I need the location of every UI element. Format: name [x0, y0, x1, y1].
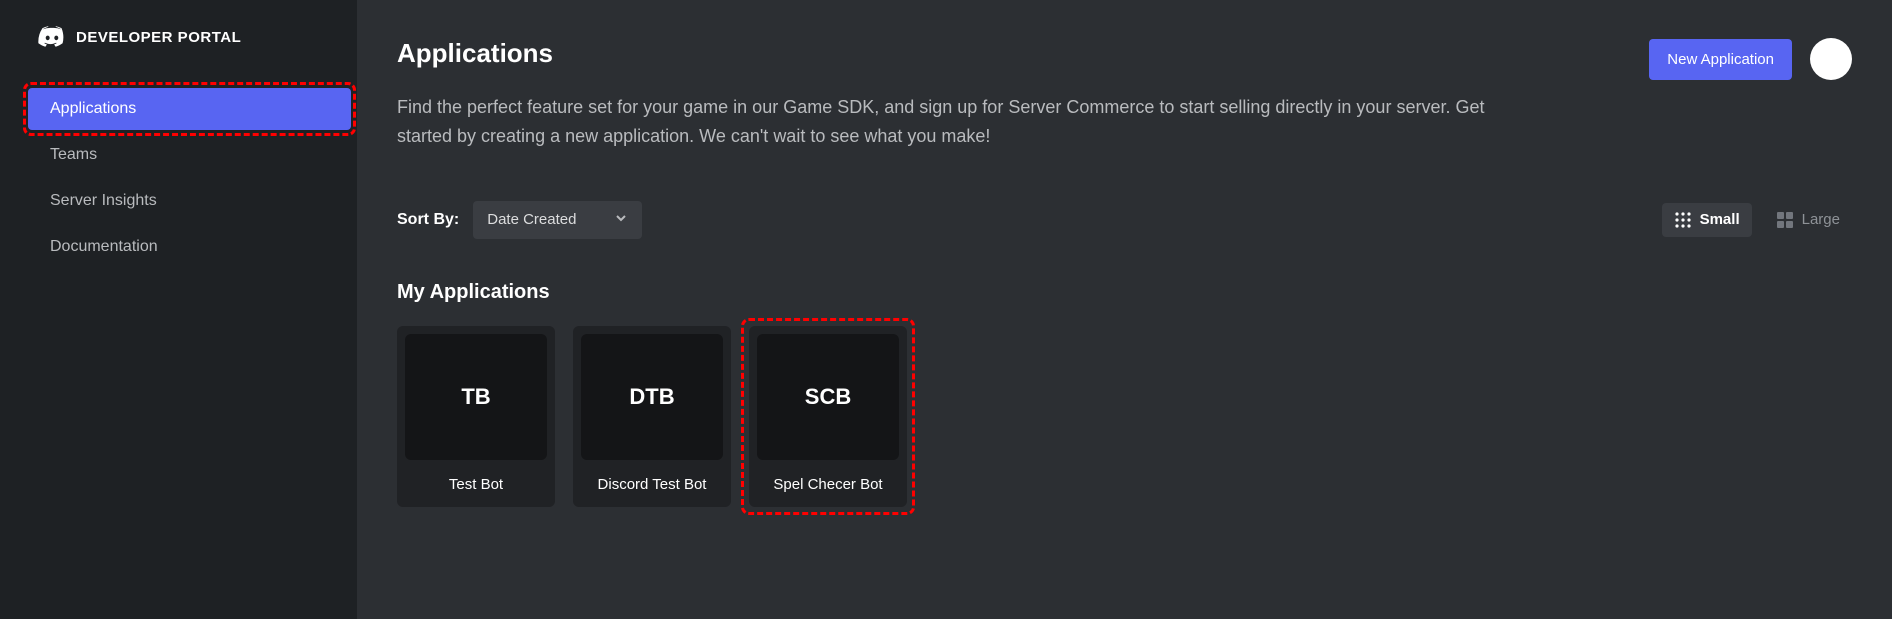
- apps-grid: TB Test Bot DTB Discord Test Bot SCB Spe…: [397, 326, 1852, 507]
- app-initials: TB: [461, 384, 490, 410]
- sidebar-item-teams[interactable]: Teams: [28, 134, 351, 176]
- brand: DEVELOPER PORTAL: [22, 26, 357, 48]
- app-card[interactable]: TB Test Bot: [397, 326, 555, 507]
- sort-group: Sort By: Date Created: [397, 201, 642, 239]
- section-title: My Applications: [397, 281, 1852, 304]
- new-application-button[interactable]: New Application: [1649, 39, 1792, 80]
- page-description: Find the perfect feature set for your ga…: [397, 93, 1537, 151]
- sidebar-item-applications[interactable]: Applications: [28, 88, 351, 130]
- sidebar-item-label: Applications: [50, 100, 136, 117]
- app-tile: TB: [405, 334, 547, 460]
- view-toggle: Small Large: [1662, 203, 1852, 237]
- avatar[interactable]: [1810, 38, 1852, 80]
- sidebar-item-label: Teams: [50, 146, 97, 163]
- sort-select[interactable]: Date Created: [473, 201, 642, 239]
- brand-text: DEVELOPER PORTAL: [76, 29, 241, 46]
- header-row: Applications New Application: [397, 38, 1852, 93]
- header-actions: New Application: [1649, 38, 1852, 80]
- chevron-down-icon: [614, 211, 628, 229]
- app-name: Discord Test Bot: [581, 476, 723, 493]
- discord-icon: [38, 26, 66, 48]
- app-initials: DTB: [629, 384, 674, 410]
- view-small-button[interactable]: Small: [1662, 203, 1752, 237]
- sidebar: DEVELOPER PORTAL Applications Teams Serv…: [22, 0, 357, 619]
- page-title: Applications: [397, 38, 553, 69]
- view-large-label: Large: [1802, 211, 1840, 228]
- left-gutter: [0, 0, 22, 619]
- sort-label: Sort By:: [397, 211, 459, 229]
- app-tile: DTB: [581, 334, 723, 460]
- grid-large-icon: [1776, 211, 1794, 229]
- app-name: Spel Checer Bot: [757, 476, 899, 493]
- app-initials: SCB: [805, 384, 851, 410]
- app-name: Test Bot: [405, 476, 547, 493]
- view-small-label: Small: [1700, 211, 1740, 228]
- main: Applications New Application Find the pe…: [357, 0, 1892, 619]
- sidebar-item-documentation[interactable]: Documentation: [28, 226, 351, 268]
- sort-value: Date Created: [487, 211, 576, 228]
- app-tile: SCB: [757, 334, 899, 460]
- controls-row: Sort By: Date Created Small: [397, 201, 1852, 239]
- sidebar-item-label: Documentation: [50, 238, 158, 255]
- sidebar-item-label: Server Insights: [50, 192, 157, 209]
- app-card[interactable]: SCB Spel Checer Bot: [749, 326, 907, 507]
- sidebar-item-server-insights[interactable]: Server Insights: [28, 180, 351, 222]
- grid-small-icon: [1674, 211, 1692, 229]
- app-card[interactable]: DTB Discord Test Bot: [573, 326, 731, 507]
- view-large-button[interactable]: Large: [1764, 203, 1852, 237]
